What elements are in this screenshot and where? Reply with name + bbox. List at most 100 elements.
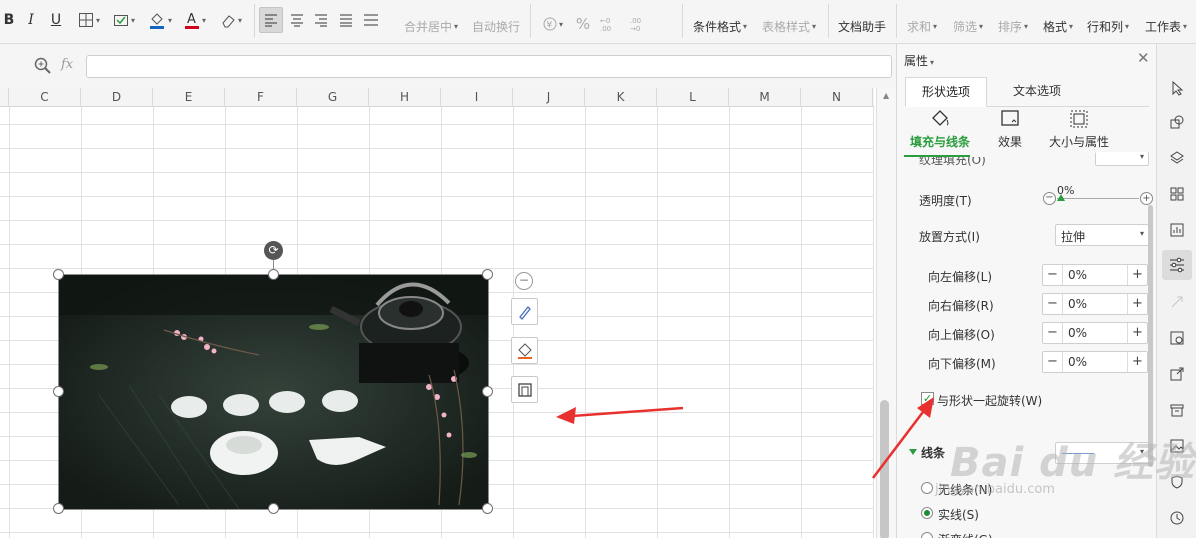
align-left-button[interactable] (259, 7, 283, 33)
column-header[interactable]: K (585, 88, 657, 107)
resize-handle[interactable] (268, 503, 279, 514)
underline-button[interactable]: U (48, 7, 64, 33)
plus-icon[interactable]: + (1127, 323, 1147, 343)
placement-dropdown[interactable]: 拉伸 ▾ (1055, 224, 1149, 246)
cell-style-button[interactable]: ▾ (110, 7, 138, 33)
italic-button[interactable]: I (24, 7, 38, 33)
properties-settings-icon[interactable] (1162, 250, 1192, 280)
gallery-icon[interactable] (1165, 326, 1189, 350)
fill-color-button[interactable]: ▾ (146, 7, 174, 33)
plus-icon[interactable]: + (1127, 352, 1147, 372)
scroll-thumb[interactable] (880, 400, 889, 538)
border-button[interactable]: ▾ (76, 7, 102, 33)
filter-button[interactable]: 筛选 ▾ (950, 13, 986, 39)
align-center-button[interactable] (287, 7, 307, 33)
resize-handle[interactable] (482, 503, 493, 514)
offset-left-spinner[interactable]: −0% + (1042, 264, 1148, 286)
shapes-icon[interactable] (1165, 110, 1189, 134)
archive-icon[interactable] (1165, 398, 1189, 422)
line-section-label[interactable]: 线条 (921, 444, 945, 461)
justify-button[interactable] (336, 7, 356, 33)
rows-cols-button[interactable]: 行和列 ▾ (1084, 13, 1132, 39)
panel-title[interactable]: 属性 ▾ (904, 52, 934, 69)
vertical-scrollbar[interactable]: ▲ (876, 88, 896, 538)
close-icon[interactable]: ✕ (1137, 49, 1150, 67)
plus-icon[interactable]: + (1127, 294, 1147, 314)
column-header[interactable]: M (729, 88, 801, 107)
subtab-fill-line[interactable]: 填充与线条 (905, 108, 975, 150)
column-header[interactable]: I (441, 88, 513, 107)
transparency-slider[interactable] (1057, 198, 1139, 199)
table-style-button[interactable]: 表格样式 ▾ (758, 13, 820, 39)
grid-apps-icon[interactable] (1165, 182, 1189, 206)
minus-icon[interactable]: − (1043, 352, 1063, 372)
resize-handle[interactable] (482, 386, 493, 397)
subtab-size-properties[interactable]: 大小与属性 (1043, 108, 1115, 150)
select-pointer-icon[interactable] (1165, 76, 1189, 100)
column-header[interactable]: F (225, 88, 297, 107)
minus-icon[interactable]: − (1043, 294, 1063, 314)
resize-handle[interactable] (482, 269, 493, 280)
offset-right-spinner[interactable]: −0% + (1042, 293, 1148, 315)
collapse-float-toolbar-button[interactable]: − (515, 272, 533, 290)
transparency-decrease-button[interactable]: − (1043, 192, 1056, 205)
subtab-effects[interactable]: 效果 (987, 108, 1033, 150)
clear-button[interactable]: ▾ (216, 7, 246, 33)
worksheet-button[interactable]: 工作表 ▾ (1140, 13, 1192, 39)
formula-input[interactable] (86, 55, 892, 78)
solid-line-radio[interactable] (921, 507, 933, 519)
fill-bucket-icon (517, 342, 532, 359)
rotate-with-shape-checkbox[interactable]: ✓ (921, 392, 934, 405)
export-icon[interactable] (1165, 362, 1189, 386)
bold-button[interactable]: B (2, 7, 16, 33)
transparency-increase-button[interactable]: + (1140, 192, 1153, 205)
resize-handle[interactable] (53, 386, 64, 397)
minus-icon[interactable]: − (1043, 265, 1063, 285)
resize-handle[interactable] (53, 269, 64, 280)
zoom-icon[interactable] (34, 57, 52, 75)
column-header[interactable]: H (369, 88, 441, 107)
percent-button[interactable]: % (574, 11, 592, 37)
wrap-text-button[interactable]: 自动换行 (470, 13, 522, 39)
column-header[interactable]: N (801, 88, 873, 107)
offset-top-spinner[interactable]: −0% + (1042, 322, 1148, 344)
sort-button[interactable]: 排序 ▾ (995, 13, 1031, 39)
column-header[interactable]: L (657, 88, 729, 107)
distribute-button[interactable] (360, 7, 382, 33)
column-header[interactable]: E (153, 88, 225, 107)
chart-icon[interactable] (1165, 218, 1189, 242)
column-header[interactable]: G (297, 88, 369, 107)
column-header[interactable]: C (9, 88, 81, 107)
tab-shape-options[interactable]: 形状选项 (905, 77, 988, 107)
resize-handle[interactable] (268, 269, 279, 280)
conditional-format-button[interactable]: 条件格式 ▾ (690, 13, 750, 39)
currency-button[interactable]: ¥ ▾ (538, 11, 568, 37)
shape-outline-button[interactable] (511, 376, 538, 403)
doc-helper-button[interactable]: 文档助手 (836, 13, 888, 39)
panel-scrollbar[interactable] (1148, 205, 1153, 467)
scroll-up-icon[interactable]: ▲ (883, 91, 889, 100)
increase-decimal-button[interactable]: ←0.00 (598, 11, 622, 37)
plus-icon[interactable]: + (1127, 265, 1147, 285)
offset-bottom-spinner[interactable]: −0% + (1042, 351, 1148, 373)
minus-icon[interactable]: − (1043, 323, 1063, 343)
tab-text-options[interactable]: 文本选项 (997, 77, 1077, 107)
merge-center-button[interactable]: 合并居中 ▾ (400, 13, 462, 39)
fill-shape-button[interactable] (511, 337, 538, 364)
format-button[interactable]: 格式 ▾ (1040, 13, 1076, 39)
history-icon[interactable] (1165, 506, 1189, 530)
column-header[interactable]: J (513, 88, 585, 107)
layers-icon[interactable] (1165, 146, 1189, 170)
decrease-decimal-button[interactable]: .00 →0 (626, 11, 650, 37)
line-section-collapse-icon[interactable] (909, 449, 917, 455)
sum-button[interactable]: 求和 ▾ (904, 13, 940, 39)
gradient-line-radio[interactable] (921, 532, 933, 538)
resize-handle[interactable] (53, 503, 64, 514)
rotate-handle-icon[interactable]: ⟳ (264, 241, 283, 260)
font-color-button[interactable]: A ▾ (182, 7, 208, 33)
no-line-radio[interactable] (921, 482, 933, 494)
texture-dropdown[interactable]: ▾ (1095, 152, 1149, 166)
outline-style-button[interactable] (511, 298, 538, 325)
align-right-button[interactable] (311, 7, 331, 33)
column-header[interactable]: D (81, 88, 153, 107)
